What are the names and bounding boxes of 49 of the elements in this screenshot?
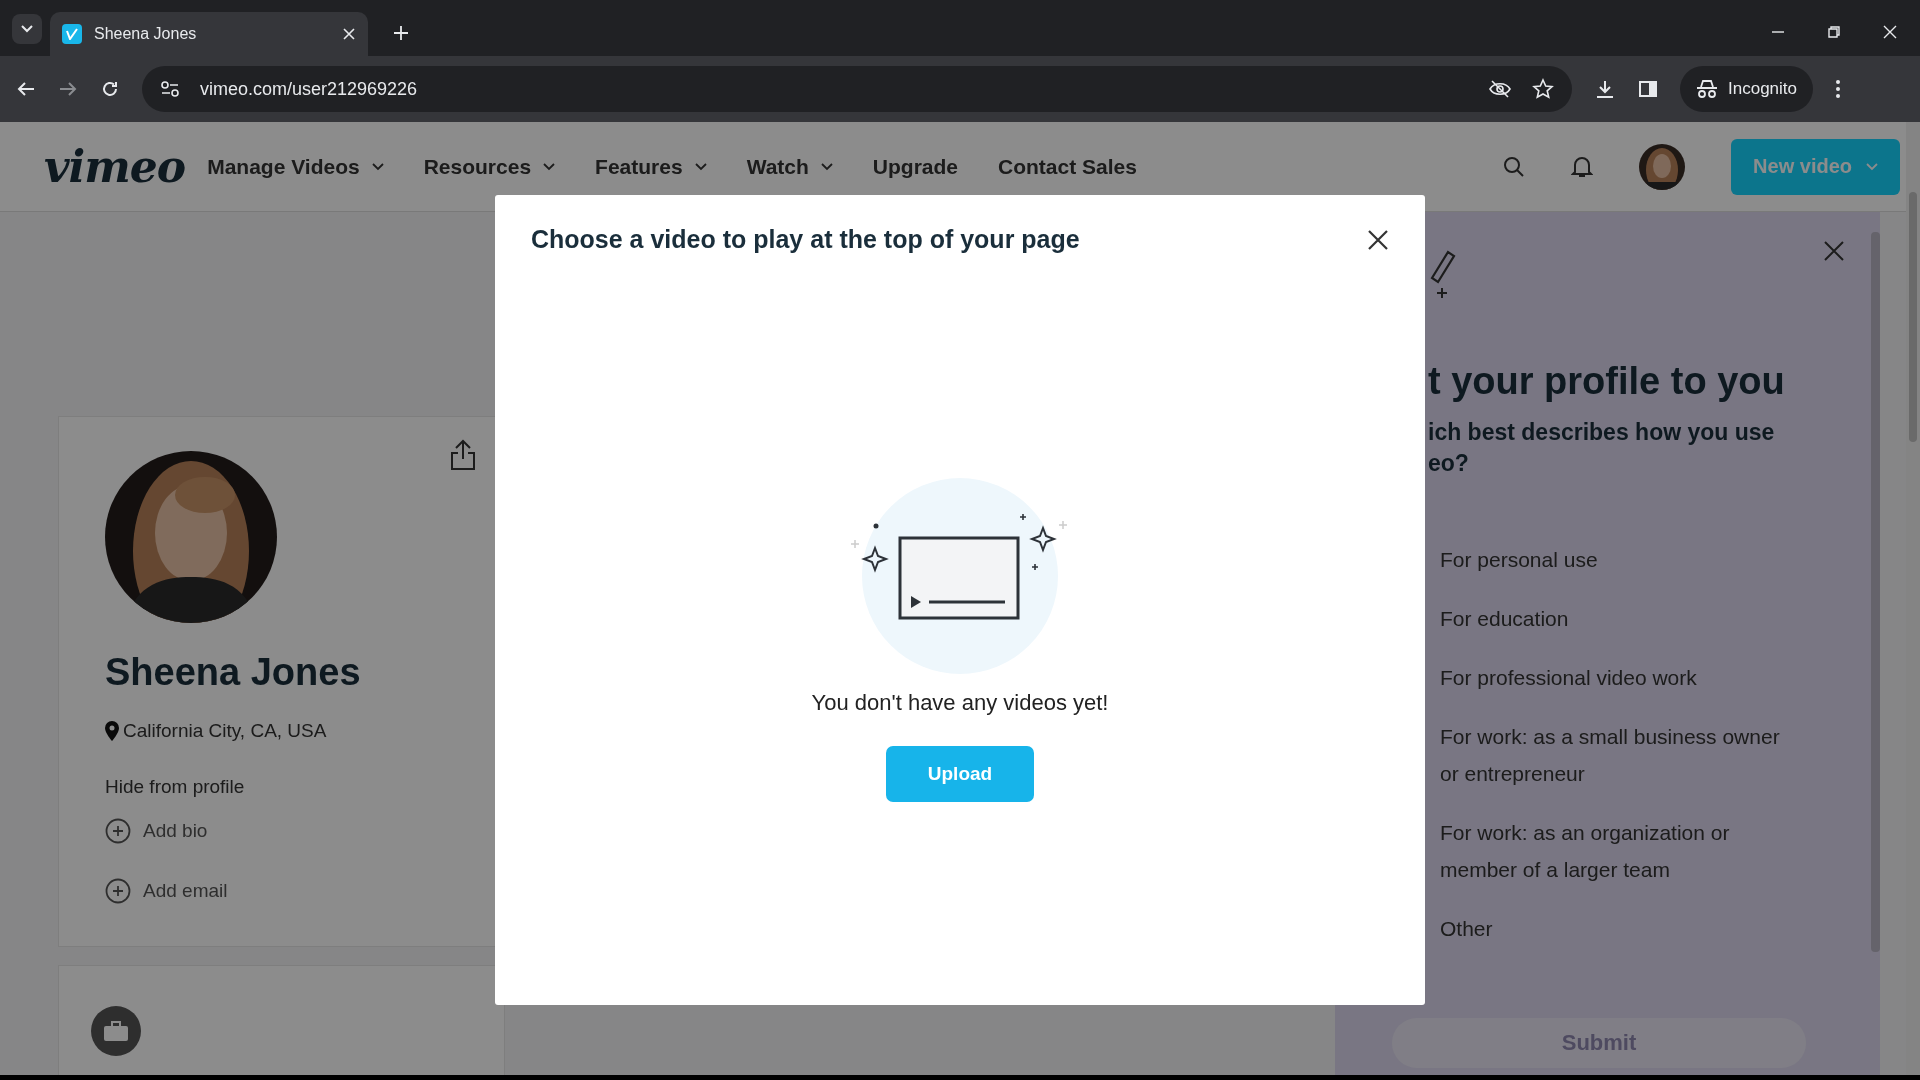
bell-icon[interactable] xyxy=(1571,154,1594,179)
nav-menu-item[interactable]: Features xyxy=(595,154,707,179)
hide-link[interactable]: Hide from profile xyxy=(105,776,245,798)
reload-icon[interactable] xyxy=(100,79,120,99)
nav-menu-item[interactable]: Upgrade xyxy=(872,154,959,179)
panel-question: ich best describes how you use eo? xyxy=(1428,418,1776,478)
usage-option[interactable]: For professional video work xyxy=(1440,659,1795,696)
nav-menu-item[interactable]: Manage Videos xyxy=(207,154,384,179)
new-tab-icon[interactable] xyxy=(392,24,410,42)
usage-option[interactable]: For education xyxy=(1440,600,1795,637)
nav-menu-item[interactable]: Watch xyxy=(746,154,833,179)
search-icon[interactable] xyxy=(1503,155,1526,178)
site-icon xyxy=(62,24,82,44)
scrollbar[interactable] xyxy=(1871,232,1880,952)
close-icon xyxy=(1367,228,1389,251)
browser-tab[interactable]: Sheena Jones xyxy=(50,12,368,56)
incognito-button[interactable]: Incognito xyxy=(1680,66,1813,112)
usage-option[interactable]: Other xyxy=(1440,910,1795,947)
side-panel-icon[interactable] xyxy=(1638,79,1658,99)
share-icon[interactable] xyxy=(450,439,476,471)
download-icon[interactable] xyxy=(1594,78,1616,100)
incognito-icon xyxy=(1696,80,1718,98)
plus-circle-icon xyxy=(105,878,131,904)
restore-icon[interactable] xyxy=(1826,24,1842,40)
caret-icon xyxy=(21,25,33,33)
usage-option[interactable]: For work: as a small business owner or entrepreneur xyxy=(1440,718,1795,792)
close-button[interactable] xyxy=(1367,228,1389,251)
empty-message: You don't have any videos yet! xyxy=(811,690,1109,716)
address-bar[interactable]: vimeo.com/user212969226 xyxy=(142,66,1572,112)
location-text: California City, CA, USA xyxy=(123,720,327,742)
eye-slash-icon[interactable] xyxy=(1488,79,1512,99)
add-link[interactable]: Add email xyxy=(105,878,228,904)
profile-name: Sheena Jones xyxy=(105,651,362,694)
modal-title: Choose a video to play at the top of your page xyxy=(531,225,1080,254)
usage-option[interactable]: For personal use xyxy=(1440,541,1795,578)
tab-search-button[interactable] xyxy=(12,14,42,44)
site-settings-icon[interactable] xyxy=(160,80,180,98)
logo[interactable]: vimeo xyxy=(44,141,186,192)
nav-menu-item[interactable]: Resources xyxy=(423,154,556,179)
menu-icon[interactable] xyxy=(1835,79,1841,99)
add-link[interactable]: Add bio xyxy=(105,818,208,844)
panel-title: t your profile to you xyxy=(1428,360,1786,403)
nav-menu-item[interactable]: Contact Sales xyxy=(998,154,1137,179)
caret-icon xyxy=(1866,162,1878,171)
star-icon[interactable] xyxy=(1532,78,1554,100)
briefcase-icon xyxy=(91,1005,141,1056)
location-pin-icon xyxy=(105,721,119,741)
plus-circle-icon xyxy=(105,818,131,844)
usage-option[interactable]: For work: as an organization or member of a larger team xyxy=(1440,814,1795,888)
